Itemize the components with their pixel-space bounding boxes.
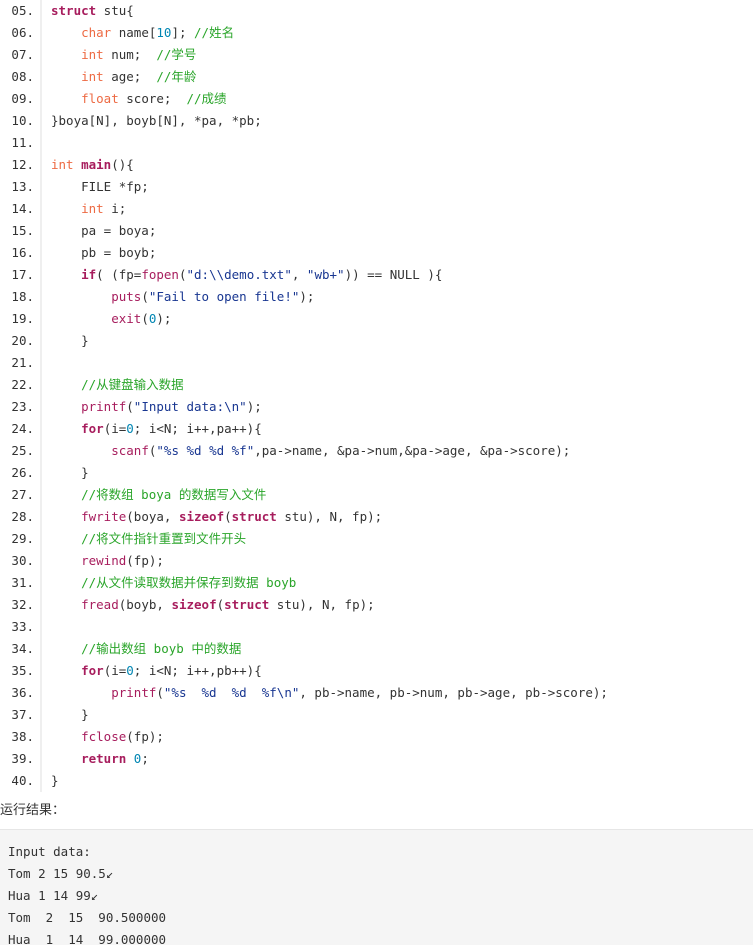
line-number: 26. [11,465,34,480]
line-number: 17. [11,267,34,282]
code-text: int num; //学号 [81,47,197,62]
line-number: 12. [11,157,34,172]
code-text: }boya[N], boyb[N], *pa, *pb; [51,113,262,128]
code-text: //输出数组 boyb 中的数据 [81,641,242,656]
code-text: int main(){ [51,157,134,172]
output-panel: Input data: Tom 2 15 90.5↙ Hua 1 14 99↙ Tom… [0,829,753,947]
line-number: 05. [11,3,34,18]
line-number: 31. [11,575,34,590]
output-line: Tom 2 15 90.5↙ [8,866,114,881]
line-number: 21. [11,355,34,370]
code-text: rewind(fp); [81,553,164,568]
line-number: 18. [11,289,34,304]
code-text: int i; [81,201,127,216]
line-number: 30. [11,553,34,568]
line-number: 34. [11,641,34,656]
code-text: return 0; [81,751,149,766]
line-number: 16. [11,245,34,260]
code-text: printf("Input data:\n"); [81,399,262,414]
code-text: } [51,333,89,348]
code-text: exit(0); [111,311,172,326]
output-line: Tom 2 15 90.500000 [8,910,167,925]
line-number: 35. [11,663,34,678]
code-text: //将数组 boya 的数据写入文件 [81,487,267,502]
code-text: int age; //年龄 [81,69,197,84]
output-line: Hua 1 14 99.000000 [8,932,167,947]
code-block: 05. struct stu{ 06. char name[10]; //姓名 07.… [0,0,753,792]
line-number: 38. [11,729,34,744]
line-number: 39. [11,751,34,766]
result-label: 运行结果： [0,803,66,818]
line-number: 32. [11,597,34,612]
line-number: 22. [11,377,34,392]
line-number: 37. [11,707,34,722]
code-text: fread(boyb, sizeof(struct stu), N, fp); [81,597,375,612]
code-text: scanf("%s %d %d %f",pa->name, &pa->num,&… [111,443,571,458]
line-number: 11. [11,135,34,150]
code-text: for(i=0; i<N; i++,pb++){ [81,663,262,678]
line-number: 33. [11,619,34,634]
line-number: 06. [11,25,34,40]
code-text: fclose(fp); [81,729,164,744]
code-text: if( (fp=fopen("d:\\demo.txt", "wb+")) ==… [81,267,443,282]
line-number: 24. [11,421,34,436]
code-text: //从文件读取数据并保存到数据 boyb [81,575,297,590]
code-text: } [51,465,89,480]
output-line: Hua 1 14 99↙ [8,888,99,903]
code-text: pb = boyb; [51,245,157,260]
line-number: 28. [11,509,34,524]
code-text: char name[10]; //姓名 [81,25,235,40]
code-text: //从键盘输入数据 [81,377,184,392]
line-number: 08. [11,69,34,84]
line-number: 13. [11,179,34,194]
line-number: 36. [11,685,34,700]
line-number: 19. [11,311,34,326]
code-text: } [51,707,89,722]
line-number: 07. [11,47,34,62]
line-number: 27. [11,487,34,502]
line-number: 29. [11,531,34,546]
line-number: 14. [11,201,34,216]
code-text: for(i=0; i<N; i++,pa++){ [81,421,262,436]
code-text: printf("%s %d %d %f\n", pb->name, pb->nu… [111,685,608,700]
code-text: pa = boya; [51,223,157,238]
code-text: } [51,773,59,788]
gutter-divider [40,0,42,792]
output-line: Input data: [8,844,91,859]
code-text: //将文件指针重置到文件开头 [81,531,247,546]
code-text: fwrite(boya, sizeof(struct stu), N, fp); [81,509,383,524]
line-number: 23. [11,399,34,414]
line-number: 25. [11,443,34,458]
line-number: 20. [11,333,34,348]
line-number: 40. [11,773,34,788]
code-text: float score; //成绩 [81,91,227,106]
line-number: 09. [11,91,34,106]
code-text: FILE *fp; [51,179,149,194]
line-number: 15. [11,223,34,238]
line-number: 10. [11,113,34,128]
code-text: struct stu{ [51,3,134,18]
code-text: puts("Fail to open file!"); [111,289,315,304]
